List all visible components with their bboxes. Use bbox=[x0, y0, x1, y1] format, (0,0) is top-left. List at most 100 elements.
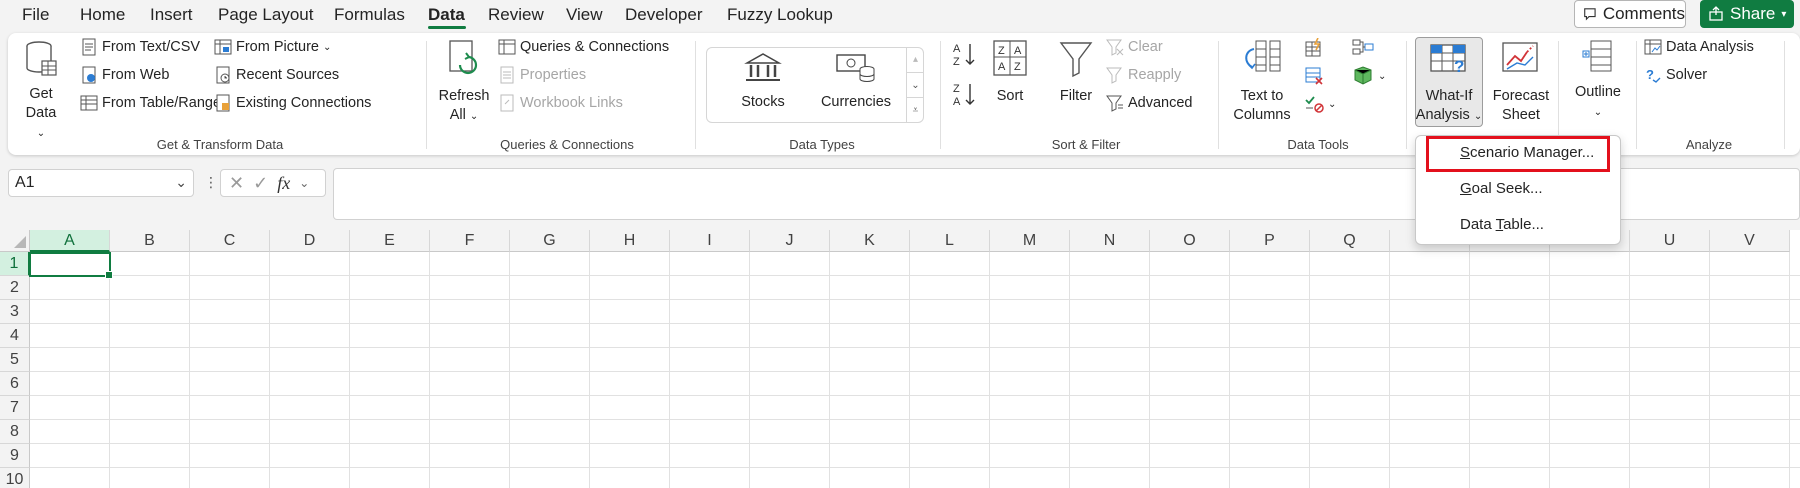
more-options-icon[interactable]: ⋮ bbox=[204, 174, 218, 191]
row-header-7[interactable]: 7 bbox=[0, 396, 30, 420]
clear-filter-button[interactable]: Clear bbox=[1106, 38, 1163, 56]
from-web-button[interactable]: From Web bbox=[80, 66, 169, 84]
menu-data[interactable]: Data bbox=[428, 5, 465, 25]
column-header-i[interactable]: I bbox=[670, 230, 750, 252]
data-analysis-button[interactable]: Data Analysis bbox=[1644, 38, 1754, 56]
share-button[interactable]: Share ▾ bbox=[1700, 0, 1794, 28]
flash-fill-button[interactable] bbox=[1304, 38, 1324, 58]
properties-button[interactable]: Properties bbox=[498, 66, 586, 84]
get-data-button[interactable]: Get Data ⌄ bbox=[20, 39, 62, 143]
row-header-3[interactable]: 3 bbox=[0, 300, 30, 324]
solver-button[interactable]: ? Solver bbox=[1644, 66, 1707, 84]
data-model-button[interactable]: ⌄ bbox=[1352, 66, 1386, 86]
comments-button[interactable]: Comments bbox=[1574, 0, 1686, 28]
chevron-down-icon[interactable]: ⌄ bbox=[299, 176, 309, 190]
data-types-scroll[interactable]: ▴ ⌄ ⩡ bbox=[906, 47, 924, 124]
data-model-icon bbox=[1354, 66, 1372, 85]
menu-view[interactable]: View bbox=[566, 5, 603, 25]
from-table-range-button[interactable]: From Table/Range bbox=[80, 94, 221, 112]
remove-duplicates-button[interactable] bbox=[1304, 66, 1324, 86]
column-header-v[interactable]: V bbox=[1710, 230, 1790, 252]
cancel-icon[interactable]: ✕ bbox=[229, 173, 244, 194]
row-header-2[interactable]: 2 bbox=[0, 276, 30, 300]
column-header-a[interactable]: A bbox=[30, 230, 110, 252]
column-header-o[interactable]: O bbox=[1150, 230, 1230, 252]
menu-review[interactable]: Review bbox=[488, 5, 544, 25]
sort-za-icon: ZA bbox=[953, 83, 975, 107]
text-file-icon bbox=[82, 38, 96, 56]
share-label: Share bbox=[1730, 4, 1776, 23]
from-picture-button[interactable]: From Picture ⌄ bbox=[214, 38, 331, 56]
menu-insert[interactable]: Insert bbox=[150, 5, 193, 25]
from-text-csv-button[interactable]: From Text/CSV bbox=[80, 38, 200, 56]
row-header-9[interactable]: 9 bbox=[0, 444, 30, 468]
queries-connections-button[interactable]: Queries & Connections bbox=[498, 38, 669, 56]
scroll-down-icon[interactable]: ⌄ bbox=[906, 71, 924, 99]
stocks-button[interactable]: Stocks bbox=[728, 51, 798, 112]
forecast-line1: Forecast bbox=[1492, 88, 1550, 104]
select-all-corner[interactable] bbox=[0, 230, 30, 252]
data-validation-button[interactable]: ⌄ bbox=[1304, 94, 1336, 114]
scroll-up-icon[interactable]: ▴ bbox=[906, 47, 924, 72]
workbook-links-button[interactable]: Workbook Links bbox=[498, 94, 623, 112]
column-header-c[interactable]: C bbox=[190, 230, 270, 252]
data-table-item[interactable]: Data Table... bbox=[1460, 216, 1544, 233]
existing-connections-button[interactable]: Existing Connections bbox=[214, 94, 371, 112]
column-gridline bbox=[589, 252, 590, 488]
menu-file[interactable]: File bbox=[22, 5, 49, 25]
sort-a-z-button[interactable]: AZ bbox=[952, 41, 978, 67]
menu-formulas[interactable]: Formulas bbox=[334, 5, 405, 25]
outline-button[interactable]: Outline ⌄ bbox=[1568, 39, 1628, 122]
column-header-k[interactable]: K bbox=[830, 230, 910, 252]
row-header-1[interactable]: 1 bbox=[0, 252, 30, 276]
data-table-label-pre: Data bbox=[1460, 216, 1496, 233]
row-header-8[interactable]: 8 bbox=[0, 420, 30, 444]
column-header-d[interactable]: D bbox=[270, 230, 350, 252]
column-header-b[interactable]: B bbox=[110, 230, 190, 252]
sort-button[interactable]: Z A A Z Sort bbox=[988, 39, 1032, 106]
menu-developer[interactable]: Developer bbox=[625, 5, 703, 25]
insert-function-icon[interactable]: fx bbox=[277, 173, 290, 194]
consolidate-button[interactable] bbox=[1352, 38, 1374, 58]
column-header-l[interactable]: L bbox=[910, 230, 990, 252]
column-gridline bbox=[189, 252, 190, 488]
enter-icon[interactable]: ✓ bbox=[253, 173, 268, 194]
workbook-links-label: Workbook Links bbox=[520, 95, 623, 111]
recent-sources-button[interactable]: Recent Sources bbox=[214, 66, 339, 84]
row-header-10[interactable]: 10 bbox=[0, 468, 30, 488]
column-header-e[interactable]: E bbox=[350, 230, 430, 252]
sort-z-a-button[interactable]: ZA bbox=[952, 81, 978, 107]
column-header-u[interactable]: U bbox=[1630, 230, 1710, 252]
column-header-p[interactable]: P bbox=[1230, 230, 1310, 252]
menu-fuzzy-lookup[interactable]: Fuzzy Lookup bbox=[727, 5, 833, 25]
text-to-columns-button[interactable]: Text to Columns bbox=[1230, 39, 1294, 125]
row-header-5[interactable]: 5 bbox=[0, 348, 30, 372]
column-header-g[interactable]: G bbox=[510, 230, 590, 252]
currencies-button[interactable]: Currencies bbox=[816, 51, 896, 112]
row-header-6[interactable]: 6 bbox=[0, 372, 30, 396]
column-header-m[interactable]: M bbox=[990, 230, 1070, 252]
name-box[interactable]: A1 ⌄ bbox=[8, 169, 194, 197]
what-if-analysis-button[interactable]: ? What-If Analysis ⌄ bbox=[1415, 39, 1483, 126]
column-header-n[interactable]: N bbox=[1070, 230, 1150, 252]
forecast-sheet-button[interactable]: Forecast Sheet bbox=[1490, 39, 1552, 125]
svg-text:?: ? bbox=[1454, 57, 1464, 76]
column-header-q[interactable]: Q bbox=[1310, 230, 1390, 252]
group-separator bbox=[1558, 41, 1559, 149]
reapply-button[interactable]: Reapply bbox=[1106, 66, 1181, 84]
chevron-down-icon: ▾ bbox=[1781, 8, 1787, 20]
column-header-h[interactable]: H bbox=[590, 230, 670, 252]
menu-page-layout[interactable]: Page Layout bbox=[218, 5, 313, 25]
column-header-j[interactable]: J bbox=[750, 230, 830, 252]
advanced-filter-button[interactable]: Advanced bbox=[1106, 94, 1193, 112]
menu-home[interactable]: Home bbox=[80, 5, 125, 25]
active-cell-a1[interactable] bbox=[29, 252, 113, 279]
refresh-all-button[interactable]: Refresh All ⌄ bbox=[438, 39, 490, 126]
goal-seek-item[interactable]: Goal Seek... bbox=[1460, 180, 1543, 197]
chevron-down-icon[interactable]: ⌄ bbox=[175, 174, 187, 191]
row-gridline bbox=[30, 443, 1800, 444]
column-header-f[interactable]: F bbox=[430, 230, 510, 252]
row-header-4[interactable]: 4 bbox=[0, 324, 30, 348]
filter-button[interactable]: Filter bbox=[1054, 39, 1098, 106]
more-icon[interactable]: ⩡ bbox=[906, 98, 924, 124]
